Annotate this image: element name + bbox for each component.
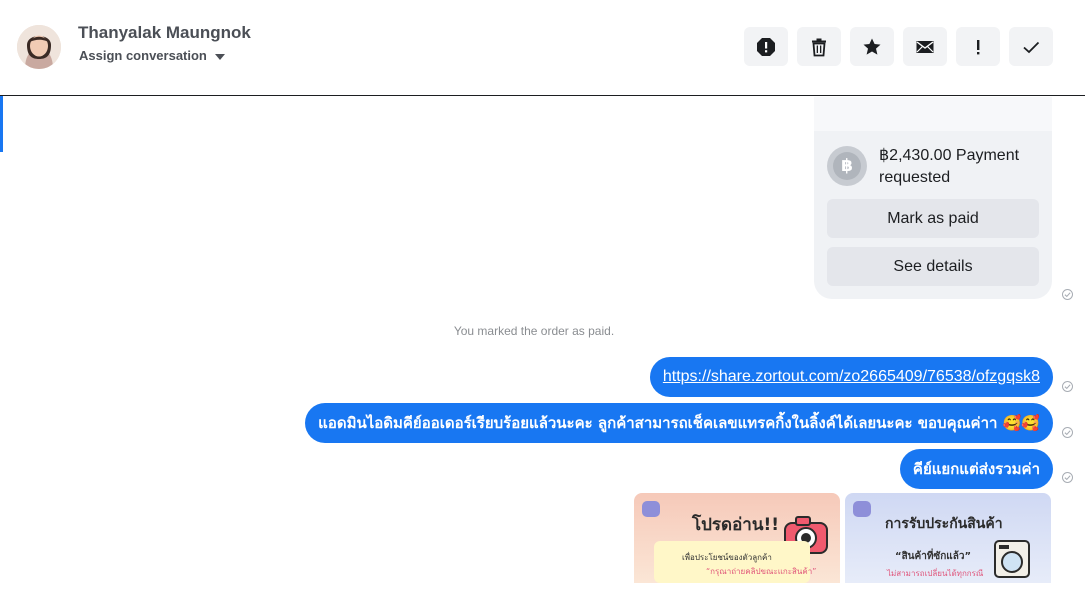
message-bubble[interactable]: แอดมินไอดิมคีย์ออเดอร์เรียบร้อยแล้วนะคะ … <box>305 403 1053 443</box>
caret-down-icon <box>214 54 225 60</box>
seen-check-icon <box>1062 381 1073 392</box>
contact-name: Thanyalak Maungnok <box>78 23 251 42</box>
conversation-toolbar <box>744 27 1053 66</box>
conversation-header: Thanyalak Maungnok Assign conversation <box>0 0 1085 96</box>
see-details-button[interactable]: See details <box>827 247 1039 286</box>
seen-check-icon <box>1062 427 1073 438</box>
image-attachment-warranty[interactable]: การรับประกันสินค้า “สินค้าที่ซักแล้ว” ไม… <box>845 493 1051 583</box>
payment-summary: ฿ ฿2,430.00 Payment requested <box>827 145 1039 189</box>
image-line: ไม่สามารถเปลี่ยนได้ทุกกรณี <box>887 569 984 578</box>
assign-label: Assign conversation <box>79 48 207 63</box>
done-button[interactable] <box>1009 27 1053 66</box>
baht-icon: ฿ <box>827 146 867 186</box>
image-line: “สินค้าที่ซักแล้ว” <box>895 551 972 562</box>
avatar[interactable] <box>17 25 61 69</box>
mark-as-paid-button[interactable]: Mark as paid <box>827 199 1039 238</box>
chat-bubble-icon <box>642 501 660 517</box>
message-bubble[interactable]: คีย์แยกแต่ส่งรวมค่า <box>899 449 1053 489</box>
star-icon <box>863 38 881 55</box>
image-line: “กรุณาถ่ายคลิปขณะแกะสินค้า” <box>706 567 817 576</box>
message-link[interactable]: https://share.zortout.com/zo2665409/7653… <box>663 368 1040 386</box>
assign-conversation-dropdown[interactable]: Assign conversation <box>79 48 225 63</box>
image-title: การรับประกันสินค้า <box>885 516 1003 532</box>
report-button[interactable] <box>744 27 788 66</box>
delete-button[interactable] <box>797 27 841 66</box>
seen-check-icon <box>1062 472 1073 483</box>
check-icon <box>1023 41 1040 53</box>
image-line: เพื่อประโยชน์ของตัวลูกค้า <box>682 553 772 562</box>
seen-check-icon <box>1062 289 1073 300</box>
envelope-icon <box>916 40 934 53</box>
payment-amount: ฿2,430.00 Payment requested <box>879 147 1020 186</box>
star-button[interactable] <box>850 27 894 66</box>
message-text: คีย์แยกแต่ส่งรวมค่า <box>912 460 1040 478</box>
message-bubble-link[interactable]: https://share.zortout.com/zo2665409/7653… <box>649 357 1053 397</box>
system-note: You marked the order as paid. <box>453 324 615 338</box>
exclamation-icon <box>977 39 980 54</box>
trash-icon <box>812 38 826 56</box>
image-title: โปรดอ่าน!! <box>692 515 779 535</box>
card-top-area <box>814 97 1052 131</box>
report-icon <box>757 37 775 56</box>
follow-up-button[interactable] <box>956 27 1000 66</box>
payment-request-card: ฿ ฿2,430.00 Payment requested Mark as pa… <box>814 97 1052 299</box>
washing-machine-icon <box>994 540 1030 578</box>
image-attachment-notice[interactable]: โปรดอ่าน!! เพื่อประโยชน์ของตัวลูกค้า “กร… <box>634 493 840 583</box>
mark-unread-button[interactable] <box>903 27 947 66</box>
inbox-conversation: Thanyalak Maungnok Assign conversation ฿… <box>0 0 1085 592</box>
chat-bubble-icon <box>853 501 871 517</box>
message-text: แอดมินไอดิมคีย์ออเดอร์เรียบร้อยแล้วนะคะ … <box>318 414 1040 432</box>
